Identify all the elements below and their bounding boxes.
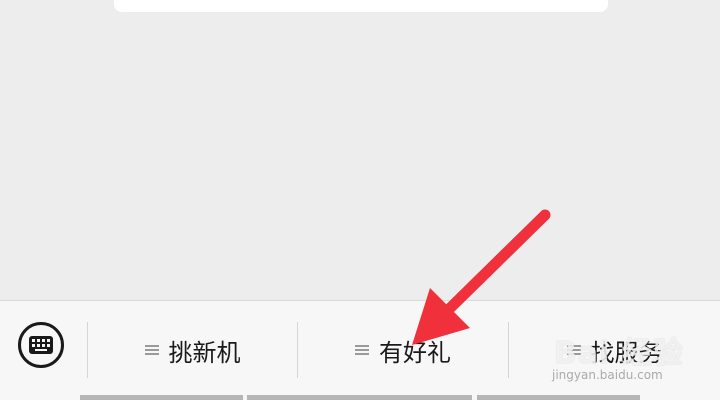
- bottom-strip: [80, 395, 243, 400]
- menu-item-gifts[interactable]: 有好礼: [298, 322, 508, 378]
- keyboard-icon: [29, 336, 53, 354]
- menu-item-label: 找服务: [590, 338, 663, 367]
- hamburger-icon: [355, 345, 369, 355]
- hamburger-icon: [566, 345, 581, 355]
- menu-item-label: 挑新机: [168, 338, 241, 367]
- message-card: [114, 0, 608, 12]
- menu-item-label: 有好礼: [379, 338, 451, 367]
- bottom-strip: [477, 395, 640, 400]
- keyboard-toggle-button[interactable]: [18, 322, 64, 368]
- menu-item-new-phones[interactable]: 挑新机: [88, 322, 297, 378]
- bottom-strip: [247, 395, 472, 400]
- menu-item-services[interactable]: 找服务: [509, 322, 720, 378]
- hamburger-icon: [144, 345, 159, 355]
